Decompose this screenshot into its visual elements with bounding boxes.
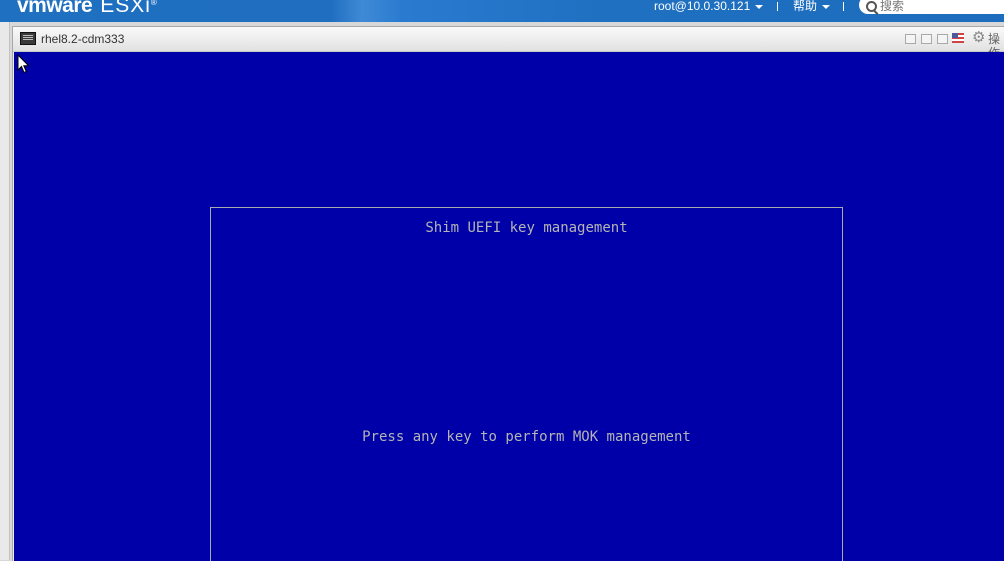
mok-prompt-message: Press any key to perform MOK management: [362, 429, 691, 445]
mouse-cursor-icon: [17, 54, 30, 74]
search-icon: [866, 1, 877, 12]
console-screen[interactable]: Shim UEFI key management Press any key t…: [14, 52, 1004, 561]
mok-dialog-title: Shim UEFI key management: [425, 220, 628, 236]
gear-icon[interactable]: ⚙: [972, 30, 985, 45]
divider: [777, 2, 778, 11]
console-window: rhel8.2-cdm333 ⚙ 操作 Shim UEFI key manage…: [12, 26, 1004, 561]
vmware-esxi-logo: vmware ESXi®: [17, 0, 157, 17]
minimize-window-button[interactable]: [905, 34, 916, 44]
console-titlebar: rhel8.2-cdm333 ⚙ 操作: [13, 27, 1004, 60]
flag-icon[interactable]: [952, 33, 964, 43]
search-input[interactable]: 搜索: [859, 0, 1004, 14]
mok-dialog-box: Shim UEFI key management Press any key t…: [210, 207, 843, 561]
chevron-down-icon: [822, 4, 831, 9]
chevron-down-icon: [755, 4, 764, 9]
navigator-edge: [0, 22, 10, 560]
divider: [843, 2, 844, 11]
help-menu-label: 帮助: [793, 0, 818, 13]
restore-window-button[interactable]: [921, 34, 932, 44]
console-icon: [20, 32, 36, 45]
top-banner: vmware ESXi® root@10.0.30.121 帮助 搜索: [0, 0, 1004, 22]
user-menu[interactable]: root@10.0.30.121: [654, 0, 764, 14]
vm-name-title: rhel8.2-cdm333: [41, 32, 125, 46]
help-menu[interactable]: 帮助: [793, 0, 831, 14]
maximize-window-button[interactable]: [937, 34, 948, 44]
search-placeholder: 搜索: [880, 0, 905, 13]
user-menu-label: root@10.0.30.121: [654, 0, 751, 13]
